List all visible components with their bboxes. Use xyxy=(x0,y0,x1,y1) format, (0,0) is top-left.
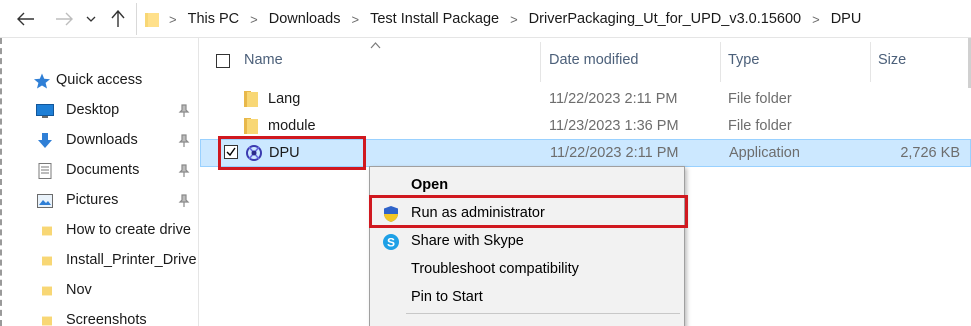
pictures-icon xyxy=(37,194,53,208)
nav-item-pictures[interactable]: Pictures xyxy=(0,186,198,216)
column-divider[interactable] xyxy=(720,42,721,82)
column-divider[interactable] xyxy=(870,42,871,82)
breadcrumb-test-install-package[interactable]: Test Install Package xyxy=(370,11,499,27)
pin-icon xyxy=(178,164,190,177)
select-all-checkbox[interactable] xyxy=(216,54,230,68)
download-arrow-icon xyxy=(38,133,52,148)
chevron-down-icon xyxy=(86,16,96,22)
skype-icon: S xyxy=(383,234,399,250)
file-type: Application xyxy=(729,145,800,161)
pin-icon xyxy=(178,134,190,147)
breadcrumb-separator-icon: > xyxy=(510,11,518,27)
forward-button[interactable] xyxy=(50,5,78,33)
nav-item-downloads[interactable]: Downloads xyxy=(0,126,198,156)
menu-item-label: Troubleshoot compatibility xyxy=(411,261,579,277)
breadcrumb-dpu[interactable]: DPU xyxy=(831,11,862,27)
nav-item-label: Documents xyxy=(66,162,140,178)
menu-separator xyxy=(406,313,680,314)
nav-item-label: Downloads xyxy=(66,132,138,148)
up-button[interactable] xyxy=(104,5,132,33)
breadcrumb-separator-icon: > xyxy=(812,11,820,27)
address-field[interactable]: > This PC > Downloads > Test Install Pac… xyxy=(136,3,971,35)
column-header-size[interactable]: Size xyxy=(878,52,906,68)
file-size: 2,726 KB xyxy=(900,145,960,161)
file-name: module xyxy=(268,118,316,134)
nav-item-label: Install_Printer_Drive xyxy=(66,252,197,268)
folder-icon xyxy=(42,226,52,236)
file-date-modified: 11/22/2023 2:11 PM xyxy=(550,145,679,161)
file-type: File folder xyxy=(728,91,792,107)
highlight-outline-dpu xyxy=(218,136,366,170)
nav-item-label: Screenshots xyxy=(66,312,147,326)
folder-icon xyxy=(145,13,159,27)
nav-item-label: Nov xyxy=(66,282,92,298)
file-date-modified: 11/22/2023 2:11 PM xyxy=(549,91,678,107)
file-type: File folder xyxy=(728,118,792,134)
recent-locations-button[interactable] xyxy=(81,5,101,33)
nav-item-label: Desktop xyxy=(66,102,120,118)
folder-icon xyxy=(244,118,258,134)
nav-item-install-printer-drive[interactable]: Install_Printer_Drive xyxy=(0,246,198,276)
breadcrumb-this-pc[interactable]: This PC xyxy=(188,11,240,27)
breadcrumb-separator-icon: > xyxy=(351,11,360,27)
nav-item-how-to-create-drive[interactable]: How to create drive xyxy=(0,216,198,246)
column-header-row: Name Date modified Type Size xyxy=(200,38,971,84)
desktop-icon xyxy=(36,104,54,118)
nav-item-label: How to create drive xyxy=(66,222,191,238)
sort-ascending-icon xyxy=(370,42,381,49)
up-arrow-icon xyxy=(111,10,125,27)
folder-icon xyxy=(42,256,52,266)
nav-item-quick-access[interactable]: Quick access xyxy=(0,66,198,96)
documents-icon xyxy=(38,163,52,179)
nav-item-screenshots[interactable]: Screenshots xyxy=(0,306,198,326)
file-name: Lang xyxy=(268,91,301,107)
highlight-outline-run-as-administrator xyxy=(369,195,688,228)
breadcrumb-downloads[interactable]: Downloads xyxy=(269,11,341,27)
column-header-date-modified[interactable]: Date modified xyxy=(549,52,638,68)
navigation-pane: Quick access Desktop Downloads Documents xyxy=(0,38,199,326)
nav-item-label: Pictures xyxy=(66,192,119,208)
folder-icon xyxy=(42,316,52,326)
menu-item-label: Open xyxy=(411,177,449,193)
column-header-name[interactable]: Name xyxy=(244,52,283,68)
nav-item-nov[interactable]: Nov xyxy=(0,276,198,306)
nav-item-documents[interactable]: Documents xyxy=(0,156,198,186)
folder-icon xyxy=(244,91,258,107)
file-row-lang[interactable]: Lang 11/22/2023 2:11 PM File folder xyxy=(200,86,971,113)
breadcrumb-driver-packaging[interactable]: DriverPackaging_Ut_for_UPD_v3.0.15600 xyxy=(529,11,801,27)
menu-item-troubleshoot-compatibility[interactable]: Troubleshoot compatibility xyxy=(370,256,684,284)
menu-item-pin-to-start[interactable]: Pin to Start xyxy=(370,284,684,312)
nav-item-label: Quick access xyxy=(56,72,143,88)
breadcrumb-separator-icon: > xyxy=(250,11,258,27)
pin-icon xyxy=(178,104,190,117)
file-date-modified: 11/23/2023 1:36 PM xyxy=(549,118,679,134)
back-button[interactable] xyxy=(12,5,40,33)
back-arrow-icon xyxy=(17,12,34,26)
address-bar-row: > This PC > Downloads > Test Install Pac… xyxy=(0,0,971,38)
folder-icon xyxy=(42,286,52,296)
column-header-type[interactable]: Type xyxy=(728,52,759,68)
context-menu: Open Run as administrator S Share with S… xyxy=(369,166,685,326)
star-icon xyxy=(34,73,50,89)
menu-item-label: Pin to Start xyxy=(411,289,483,305)
column-divider[interactable] xyxy=(540,42,541,82)
breadcrumb-separator-icon: > xyxy=(169,11,177,27)
svg-text:S: S xyxy=(387,236,395,250)
nav-item-desktop[interactable]: Desktop xyxy=(0,96,198,126)
pin-icon xyxy=(178,194,190,207)
menu-item-label: Share with Skype xyxy=(411,233,524,249)
forward-arrow-icon xyxy=(56,12,73,26)
menu-item-share-with-skype[interactable]: S Share with Skype xyxy=(370,228,684,256)
